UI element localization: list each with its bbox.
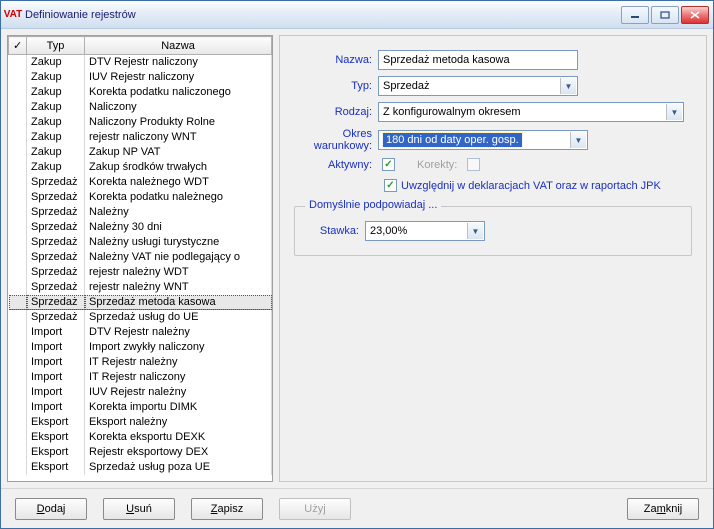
uwzglednij-checkbox[interactable]: [384, 179, 397, 192]
table-row[interactable]: ImportImport zwykły naliczony: [9, 340, 272, 355]
table-row[interactable]: SprzedażKorekta należnego WDT: [9, 175, 272, 190]
label-nazwa: Nazwa:: [290, 54, 378, 66]
typ-combo[interactable]: Sprzedaż ▼: [378, 76, 578, 96]
col-typ[interactable]: Typ: [27, 37, 85, 55]
table-row[interactable]: ZakupIUV Rejestr naliczony: [9, 70, 272, 85]
table-row[interactable]: SprzedażNależny VAT nie podlegający o: [9, 250, 272, 265]
table-row[interactable]: ZakupKorekta podatku naliczonego: [9, 85, 272, 100]
table-row[interactable]: ImportKorekta importu DIMK: [9, 400, 272, 415]
label-rodzaj: Rodzaj:: [290, 106, 378, 118]
app-icon: VAT: [5, 7, 21, 23]
label-stawka: Stawka:: [305, 225, 365, 237]
table-row[interactable]: ZakupDTV Rejestr naliczony: [9, 55, 272, 70]
table-row[interactable]: EksportEksport należny: [9, 415, 272, 430]
table-row[interactable]: ImportIT Rejestr należny: [9, 355, 272, 370]
label-uwzglednij: Uwzględnij w deklaracjach VAT oraz w rap…: [401, 180, 661, 192]
table-row[interactable]: SprzedażKorekta podatku należnego: [9, 190, 272, 205]
table-row[interactable]: Sprzedażrejestr należny WNT: [9, 280, 272, 295]
maximize-button[interactable]: [651, 6, 679, 24]
button-bar: Dodaj Usuń Zapisz Użyj Zamknij: [1, 488, 713, 528]
table-row[interactable]: EksportKorekta eksportu DEXK: [9, 430, 272, 445]
table-row[interactable]: ImportIUV Rejestr należny: [9, 385, 272, 400]
dodaj-button[interactable]: Dodaj: [15, 498, 87, 520]
table-row[interactable]: SprzedażSprzedaż usług do UE: [9, 310, 272, 325]
uzyj-button: Użyj: [279, 498, 351, 520]
chevron-down-icon: ▼: [570, 132, 586, 148]
table-row[interactable]: EksportSprzedaż usług poza UE: [9, 460, 272, 475]
window-root: VAT Definiowanie rejestrów ✓ Typ Nazwa Z…: [0, 0, 714, 529]
stawka-combo[interactable]: 23,00% ▼: [365, 221, 485, 241]
window-title: Definiowanie rejestrów: [25, 9, 621, 21]
label-okres: Okres warunkowy:: [290, 128, 378, 152]
col-nazwa[interactable]: Nazwa: [85, 37, 272, 55]
titlebar: VAT Definiowanie rejestrów: [1, 1, 713, 29]
table-row[interactable]: ZakupZakup środków trwałych: [9, 160, 272, 175]
form-panel: Nazwa: Typ: Sprzedaż ▼ Rodzaj: Z konfigu…: [279, 35, 707, 482]
table-row[interactable]: ZakupNaliczony: [9, 100, 272, 115]
label-typ: Typ:: [290, 80, 378, 92]
nazwa-input[interactable]: [378, 50, 578, 70]
table-row[interactable]: ZakupZakup NP VAT: [9, 145, 272, 160]
zapisz-button[interactable]: Zapisz: [191, 498, 263, 520]
fieldset-legend: Domyślnie podpowiadaj ...: [305, 199, 441, 211]
table-row[interactable]: EksportRejestr eksportowy DEX: [9, 445, 272, 460]
table-row[interactable]: Zakuprejestr naliczony WNT: [9, 130, 272, 145]
close-button[interactable]: [681, 6, 709, 24]
table-row[interactable]: SprzedażSprzedaż metoda kasowa: [9, 295, 272, 310]
defaults-fieldset: Domyślnie podpowiadaj ... Stawka: 23,00%…: [294, 206, 692, 256]
table-row[interactable]: ImportIT Rejestr naliczony: [9, 370, 272, 385]
label-korekty: Korekty:: [417, 159, 457, 171]
usun-button[interactable]: Usuń: [103, 498, 175, 520]
table-row[interactable]: SprzedażNależny 30 dni: [9, 220, 272, 235]
table-row[interactable]: ImportDTV Rejestr należny: [9, 325, 272, 340]
korekty-checkbox[interactable]: [467, 158, 480, 171]
aktywny-checkbox[interactable]: [382, 158, 395, 171]
okres-combo[interactable]: 180 dni od daty oper. gosp. ▼: [378, 130, 588, 150]
label-aktywny: Aktywny:: [290, 159, 378, 171]
table-row[interactable]: ZakupNaliczony Produkty Rolne: [9, 115, 272, 130]
table-row[interactable]: SprzedażNależny: [9, 205, 272, 220]
table-row[interactable]: SprzedażNależny usługi turystyczne: [9, 235, 272, 250]
rodzaj-combo[interactable]: Z konfigurowalnym okresem ▼: [378, 102, 684, 122]
chevron-down-icon: ▼: [467, 223, 483, 239]
table-row[interactable]: Sprzedażrejestr należny WDT: [9, 265, 272, 280]
chevron-down-icon: ▼: [560, 78, 576, 94]
minimize-button[interactable]: [621, 6, 649, 24]
registry-table[interactable]: ✓ Typ Nazwa ZakupDTV Rejestr naliczonyZa…: [7, 35, 273, 482]
col-check[interactable]: ✓: [9, 37, 27, 55]
zamknij-button[interactable]: Zamknij: [627, 498, 699, 520]
chevron-down-icon: ▼: [666, 104, 682, 120]
